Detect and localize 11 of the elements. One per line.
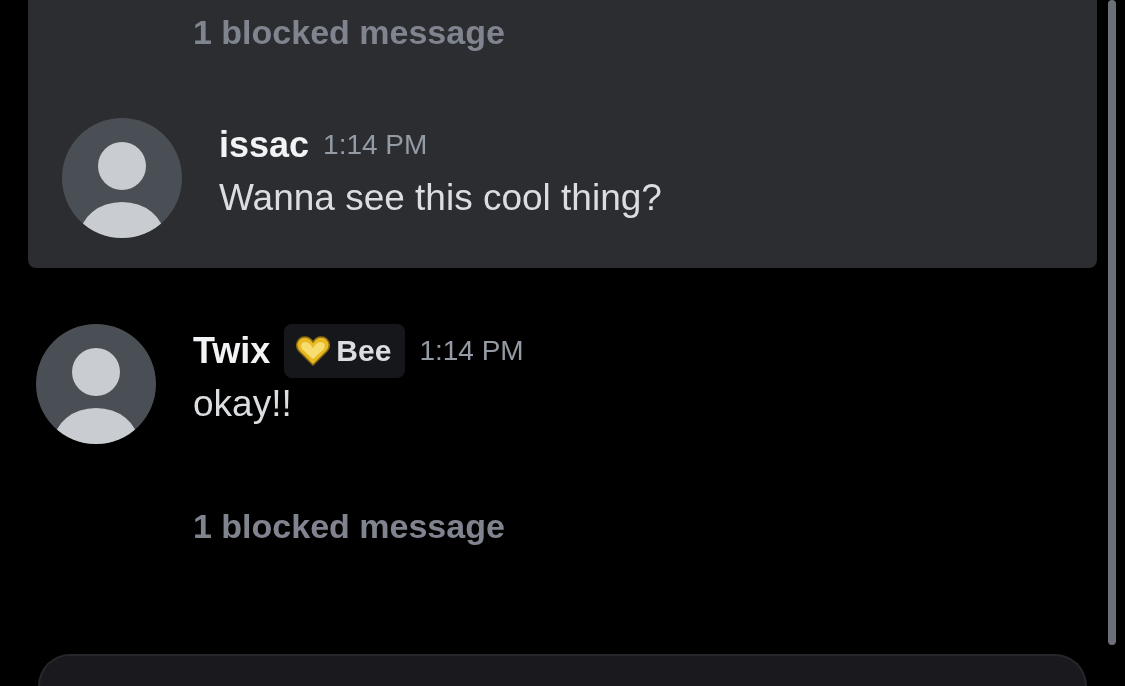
author-name[interactable]: issac (219, 124, 310, 166)
blocked-message-notice[interactable]: 1 blocked message (193, 507, 505, 545)
message-text: Wanna see this cool thing? (219, 176, 662, 220)
blocked-message-notice[interactable]: 1 blocked message (193, 13, 505, 51)
role-badge[interactable]: Bee (284, 324, 406, 378)
message-text: okay!! (193, 382, 293, 426)
heart-icon (296, 336, 331, 366)
timestamp: 1:14 PM (323, 129, 428, 161)
scrollbar[interactable] (1108, 0, 1116, 645)
timestamp: 1:14 PM (419, 335, 524, 367)
author-name[interactable]: Twix (193, 330, 271, 372)
